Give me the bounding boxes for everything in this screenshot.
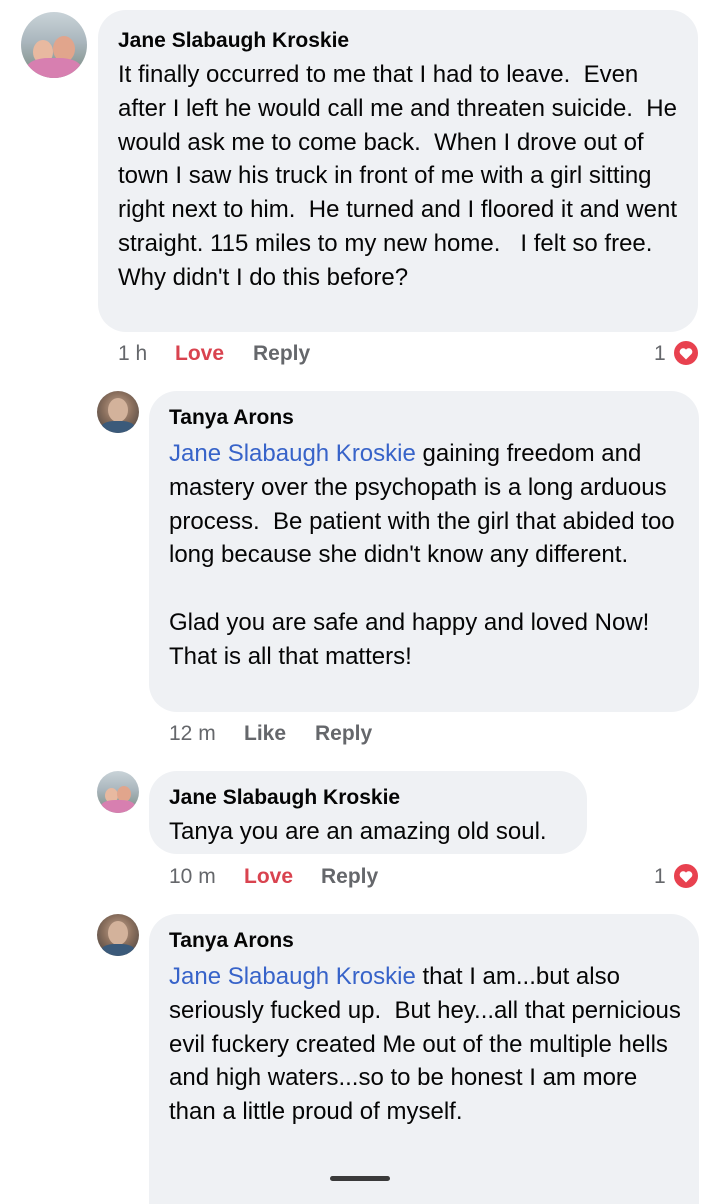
comment-text: It finally occurred to me that I had to … [118, 61, 684, 291]
avatar-photo [101, 421, 135, 433]
comment-author[interactable]: Tanya Arons [169, 928, 679, 954]
like-button[interactable]: Like [244, 721, 286, 747]
comment-actions: 10 m Love Reply [169, 864, 469, 890]
avatar[interactable] [97, 391, 139, 433]
comment-author[interactable]: Jane Slabaugh Kroskie [169, 785, 567, 811]
reply-bubble: Tanya Arons Jane Slabaugh Kroskie that I… [149, 914, 699, 1204]
reply-button[interactable]: Reply [321, 864, 378, 890]
reaction-count-number: 1 [654, 865, 666, 888]
comment-text: Tanya you are an amazing old soul. [169, 818, 547, 845]
avatar-photo [108, 921, 128, 945]
reaction-count[interactable]: 1 [654, 341, 666, 367]
comment-text: Jane Slabaugh Kroskie gaining freedom an… [169, 437, 684, 674]
reply-bubble: Tanya Arons Jane Slabaugh Kroskie gainin… [149, 391, 699, 712]
heart-icon [672, 339, 700, 367]
reply-button[interactable]: Reply [315, 721, 372, 747]
avatar[interactable] [21, 12, 87, 78]
comment-actions: 1 h Love Reply [118, 341, 418, 367]
comment-timestamp: 12 m [169, 722, 216, 745]
mention-link[interactable]: Jane Slabaugh Kroskie [169, 440, 416, 467]
heart-icon [672, 862, 700, 890]
comment-author[interactable]: Jane Slabaugh Kroskie [118, 28, 678, 54]
comment-timestamp: 10 m [169, 865, 216, 888]
reaction-count-number: 1 [654, 342, 666, 365]
comment-body: gaining freedom and mastery over the psy… [169, 440, 675, 670]
love-button[interactable]: Love [244, 864, 293, 890]
home-indicator [330, 1176, 390, 1181]
comment-timestamp: 1 h [118, 342, 148, 365]
avatar-photo [27, 58, 81, 78]
avatar-photo [101, 800, 135, 813]
love-button[interactable]: Love [175, 341, 224, 367]
avatar-photo [101, 944, 135, 956]
comment-text: Jane Slabaugh Kroskie that I am...but al… [169, 960, 684, 1129]
comment-actions: 12 m Like Reply [169, 721, 469, 747]
avatar-photo [108, 398, 128, 422]
avatar[interactable] [97, 914, 139, 956]
reaction-count[interactable]: 1 [654, 864, 666, 890]
reply-button[interactable]: Reply [253, 341, 310, 367]
comment-bubble: Jane Slabaugh Kroskie It finally occurre… [98, 10, 698, 332]
avatar[interactable] [97, 771, 139, 813]
reply-bubble: Jane Slabaugh Kroskie Tanya you are an a… [149, 771, 587, 854]
comment-author[interactable]: Tanya Arons [169, 405, 679, 431]
mention-link[interactable]: Jane Slabaugh Kroskie [169, 963, 416, 990]
